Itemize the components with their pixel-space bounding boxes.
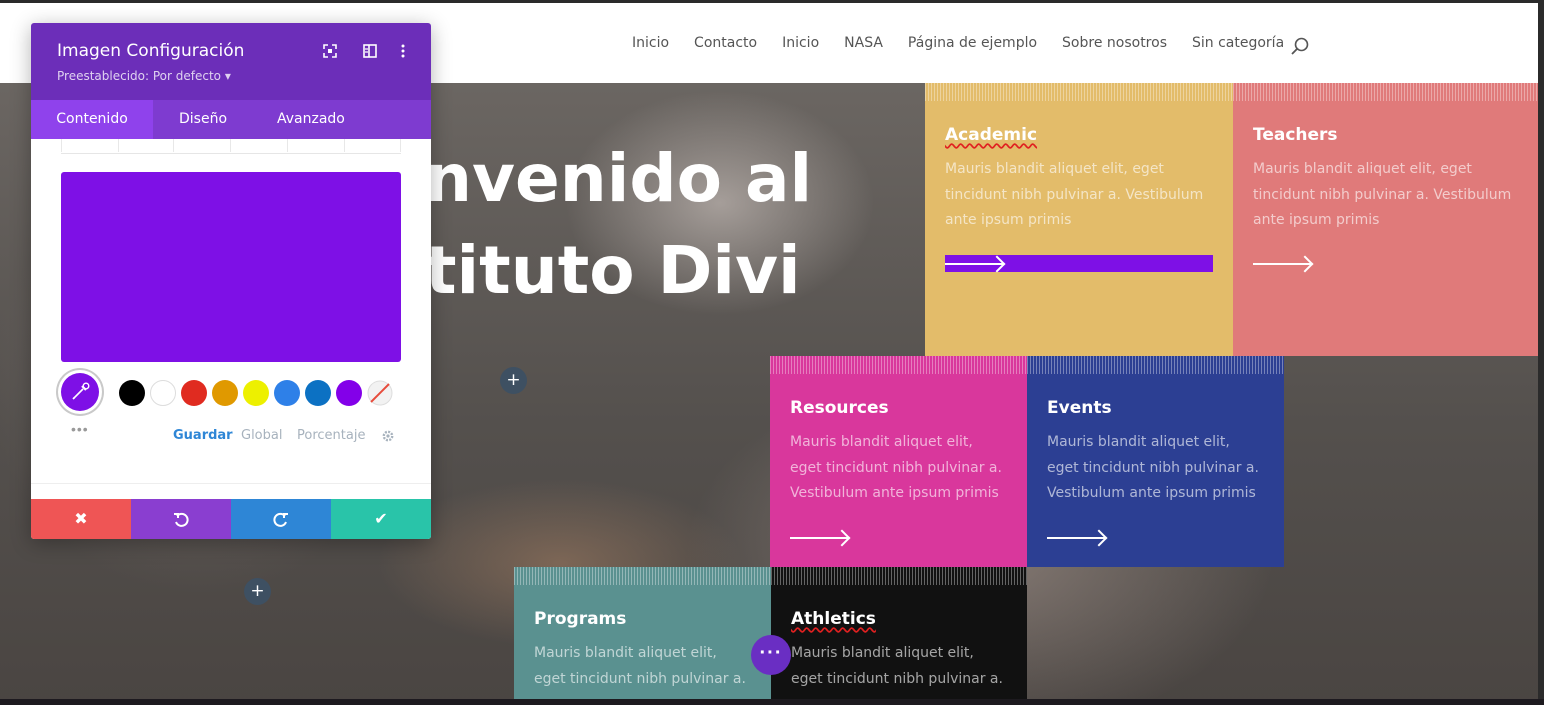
card-stripes — [1233, 83, 1538, 101]
arrow-right-icon[interactable] — [1047, 529, 1108, 547]
color-preview[interactable] — [61, 172, 401, 362]
panel-title: Imagen Configuración — [57, 41, 245, 61]
palette-swatch-yellow[interactable] — [243, 380, 269, 406]
cancel-button[interactable]: ✖ — [31, 499, 131, 539]
nav-item-inicio-2[interactable]: Inicio — [782, 35, 819, 51]
card-programs[interactable]: Programs Mauris blandit aliquet elit, eg… — [514, 567, 771, 705]
kebab-menu-icon[interactable] — [395, 43, 411, 59]
card-title: Academic — [945, 125, 1038, 145]
more-swatches-icon[interactable]: ••• — [71, 421, 89, 437]
panel-divider — [31, 483, 431, 484]
palette-swatch-red[interactable] — [181, 380, 207, 406]
panel-tabs: Contenido Diseño Avanzado — [31, 100, 431, 139]
card-title: Events — [1047, 398, 1112, 418]
palette-swatch-purple[interactable] — [336, 380, 362, 406]
tab-diseno[interactable]: Diseño — [179, 100, 227, 139]
card-stripes — [771, 567, 1027, 585]
palette-swatch-blue[interactable] — [305, 380, 331, 406]
nav-item-sobre-nosotros[interactable]: Sobre nosotros — [1062, 35, 1167, 51]
nav-item-nasa[interactable]: NASA — [844, 35, 883, 51]
palette-swatch-black[interactable] — [119, 380, 145, 406]
search-icon[interactable] — [1291, 37, 1309, 55]
redo-icon — [273, 512, 288, 527]
card-text: Mauris blandit aliquet elit, eget tincid… — [790, 434, 1002, 501]
card-text: Mauris blandit aliquet elit, eget tincid… — [534, 645, 746, 687]
global-color-link[interactable]: Global — [241, 428, 282, 443]
nav-menu: Inicio Contacto Inicio NASA Página de ej… — [632, 35, 1309, 51]
undo-button[interactable] — [131, 499, 231, 539]
panel-header: Imagen Configuración Preestablecido: Por… — [31, 23, 431, 100]
card-text: Mauris blandit aliquet elit, eget tincid… — [1253, 161, 1512, 228]
panel-footer: ✖ ✔ — [31, 499, 431, 539]
card-stripes — [514, 567, 771, 585]
color-type-tabs[interactable] — [61, 139, 401, 154]
card-title: Athletics — [791, 609, 876, 629]
card-athletics[interactable]: Athletics Mauris blandit aliquet elit, e… — [771, 567, 1027, 705]
percent-link[interactable]: Porcentaje — [297, 428, 365, 443]
nav-item-sin-categoria[interactable]: Sin categoría — [1192, 35, 1284, 51]
bottom-edge — [0, 699, 1544, 705]
no-color-icon[interactable] — [367, 380, 393, 406]
undo-icon — [174, 512, 189, 527]
tab-contenido[interactable]: Contenido — [31, 100, 153, 139]
card-events[interactable]: Events Mauris blandit aliquet elit, eget… — [1027, 356, 1284, 567]
redo-button[interactable] — [231, 499, 331, 539]
card-teachers[interactable]: Teachers Mauris blandit aliquet elit, eg… — [1233, 83, 1538, 356]
card-title: Resources — [790, 398, 889, 418]
card-stripes — [925, 83, 1233, 101]
confirm-button[interactable]: ✔ — [331, 499, 431, 539]
arrow-right-icon[interactable] — [790, 529, 851, 547]
window-edge — [1538, 0, 1544, 705]
card-text: Mauris blandit aliquet elit, eget tincid… — [791, 645, 1003, 687]
nav-item-contacto[interactable]: Contacto — [694, 35, 757, 51]
palette-swatch-light-blue[interactable] — [274, 380, 300, 406]
more-options-icon[interactable]: ··· — [751, 635, 791, 675]
gear-icon[interactable] — [381, 429, 395, 443]
save-color-link[interactable]: Guardar — [173, 428, 233, 443]
add-module-button[interactable]: + — [500, 367, 527, 394]
settings-panel: Imagen Configuración Preestablecido: Por… — [31, 23, 431, 539]
nav-item-inicio[interactable]: Inicio — [632, 35, 669, 51]
hero-title: nvenido al tituto Divi — [425, 133, 812, 317]
add-row-button[interactable]: + — [244, 578, 271, 605]
sidebar-toggle-icon[interactable] — [362, 43, 378, 59]
card-text: Mauris blandit aliquet elit, eget tincid… — [1047, 434, 1259, 501]
card-resources[interactable]: Resources Mauris blandit aliquet elit, e… — [770, 356, 1027, 567]
card-stripes — [1027, 356, 1284, 374]
card-stripes — [770, 356, 1027, 374]
card-academic[interactable]: Academic Mauris blandit aliquet elit, eg… — [925, 83, 1233, 356]
fullscreen-icon[interactable] — [322, 43, 338, 59]
eyedropper-button[interactable] — [61, 373, 99, 411]
hero-title-line-1: nvenido al — [425, 140, 813, 217]
eyedropper-icon — [72, 382, 90, 400]
nav-item-pagina-ejemplo[interactable]: Página de ejemplo — [908, 35, 1037, 51]
card-text: Mauris blandit aliquet elit, eget tincid… — [945, 161, 1204, 228]
tab-avanzado[interactable]: Avanzado — [277, 100, 345, 139]
palette-swatch-orange[interactable] — [212, 380, 238, 406]
hero-title-line-2: tituto Divi — [425, 232, 801, 309]
preset-dropdown[interactable]: Preestablecido: Por defecto ▾ — [57, 69, 231, 83]
card-title: Programs — [534, 609, 627, 629]
palette-swatch-white[interactable] — [150, 380, 176, 406]
arrow-right-icon[interactable] — [945, 255, 1006, 273]
card-title: Teachers — [1253, 125, 1338, 145]
arrow-right-icon[interactable] — [1253, 255, 1314, 273]
